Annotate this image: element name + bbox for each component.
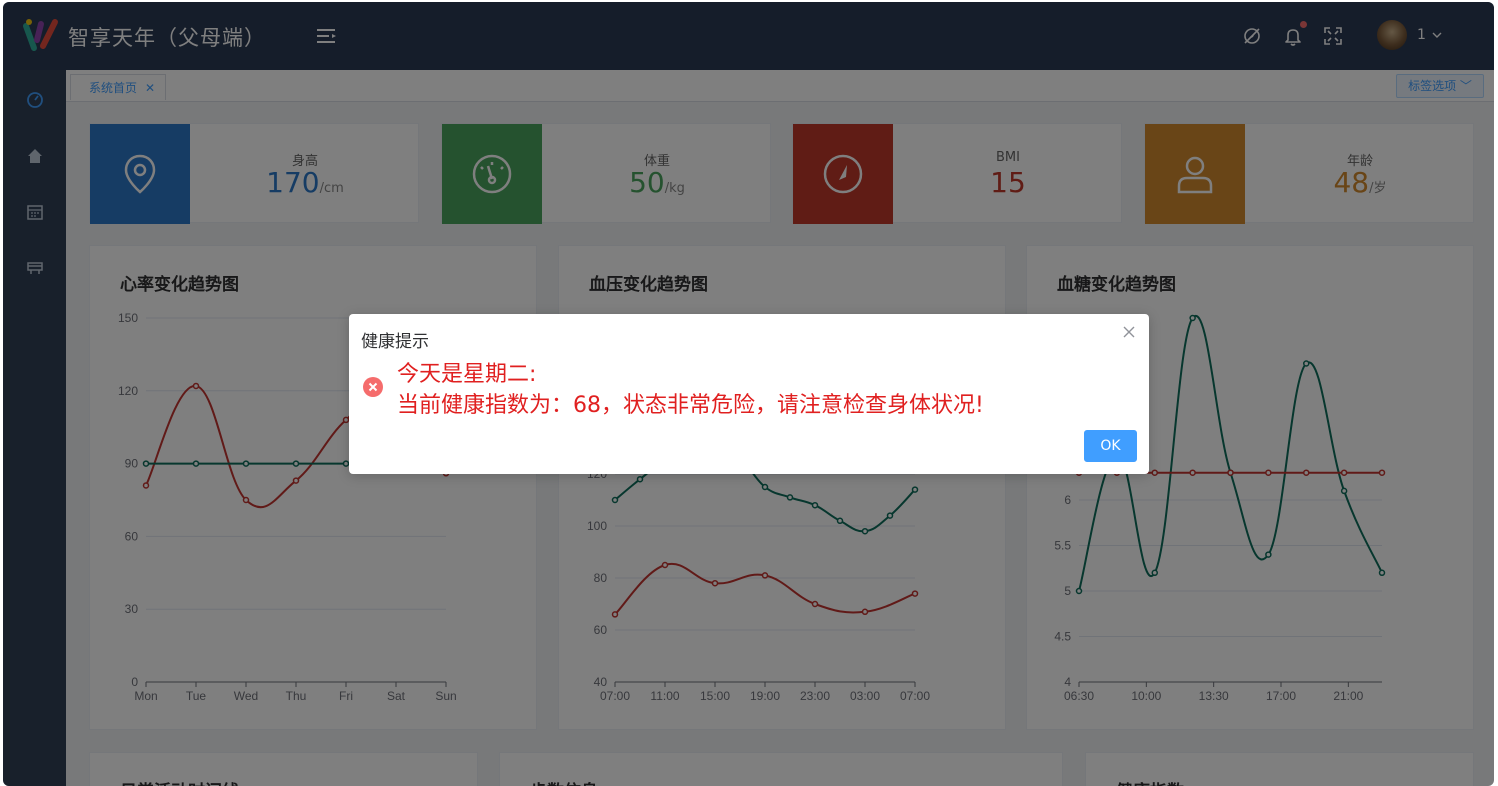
health-alert-dialog: 健康提示 今天是星期二: 当前健康指数为：68，状态非常危险，请注意检查身体状况…: [349, 314, 1149, 474]
error-icon: [363, 377, 383, 397]
dialog-message-line-2: 当前健康指数为：68，状态非常危险，请注意检查身体状况!: [397, 393, 984, 418]
dialog-title: 健康提示: [361, 332, 429, 352]
dialog-message-line-1: 今天是星期二:: [397, 362, 537, 387]
ok-button[interactable]: OK: [1084, 430, 1137, 462]
dialog-message: 今天是星期二: 当前健康指数为：68，状态非常危险，请注意检查身体状况!: [397, 359, 984, 421]
close-icon[interactable]: [1121, 324, 1137, 340]
app-window: 智享天年（父母端） 1: [3, 2, 1494, 786]
